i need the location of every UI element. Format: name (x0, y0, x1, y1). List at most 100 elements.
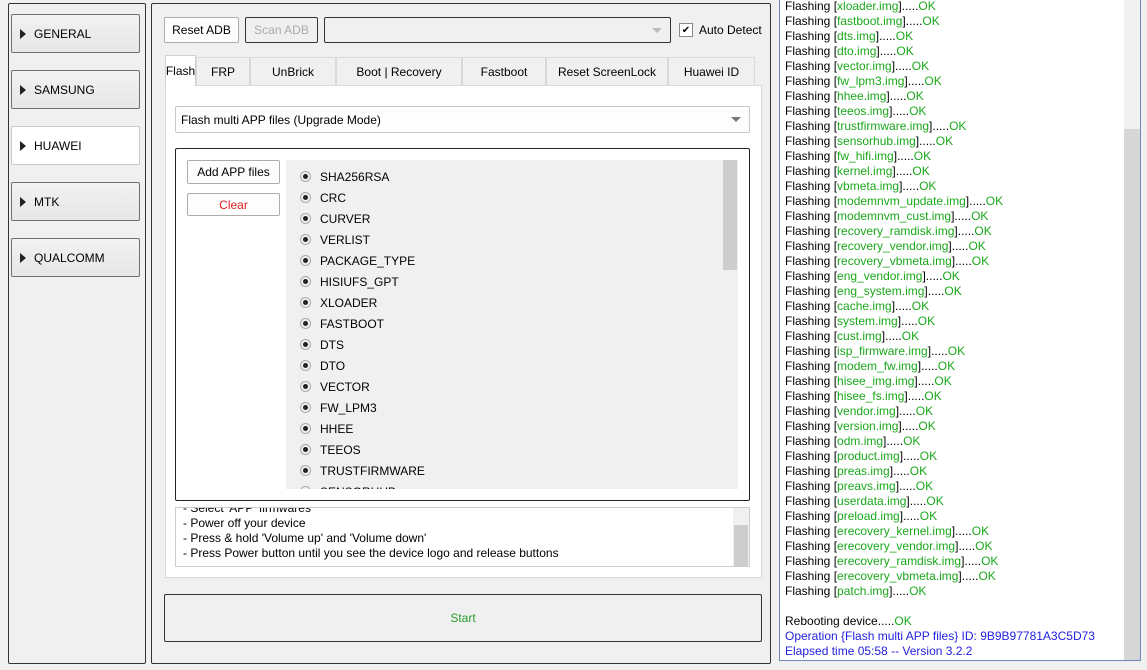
sidebar-item-huawei[interactable]: HUAWEI (11, 126, 140, 165)
log-dots: ..... (957, 224, 975, 238)
instructions-scrollbar[interactable] (733, 508, 749, 566)
log-dots: ..... (892, 584, 910, 598)
tab-reset-screenlock[interactable]: Reset ScreenLock (546, 57, 668, 86)
log-line: Flashing [erecovery_ramdisk.img].....OK (785, 554, 999, 568)
log-dots: ..... (901, 419, 919, 433)
flash-mode-select[interactable]: Flash multi APP files (Upgrade Mode) (175, 106, 750, 133)
log-ok: OK (911, 59, 930, 73)
tab-fastboot[interactable]: Fastboot (462, 57, 546, 86)
partition-item[interactable]: CRC (300, 187, 346, 208)
add-app-files-button[interactable]: Add APP files (187, 160, 280, 184)
tab-huawei-id[interactable]: Huawei ID (668, 57, 755, 86)
radio-selected-icon[interactable] (300, 255, 311, 266)
partition-item[interactable]: TEEOS (300, 439, 361, 460)
scrollbar-thumb[interactable] (723, 160, 737, 270)
log-file: fw_hifi.img (837, 149, 894, 163)
radio-selected-icon[interactable] (300, 486, 311, 489)
log-dots: ..... (895, 59, 912, 73)
log-ok: OK (915, 404, 934, 418)
log-line: Flashing [vector.img].....OK (785, 59, 930, 73)
log-line: Flashing [userdata.img].....OK (785, 494, 944, 508)
log-line: Flashing [patch.img].....OK (785, 584, 927, 598)
partition-item[interactable]: HHEE (300, 418, 353, 439)
instruction-line: - Press & hold 'Volume up' and 'Volume d… (183, 531, 427, 545)
radio-selected-icon[interactable] (300, 276, 311, 287)
log-file: modem_fw.img (837, 359, 918, 373)
log-reboot-text: Rebooting device..... (785, 614, 895, 628)
sidebar-item-label: MTK (34, 194, 60, 209)
log-line: Flashing [recovery_ramdisk.img].....OK (785, 224, 992, 238)
radio-selected-icon[interactable] (300, 465, 311, 476)
partition-list[interactable]: SHA256RSA CRC CURVER VERLIST PACKAGE_TYPE HIS… (286, 160, 738, 489)
log-file: hhee.img (837, 89, 887, 103)
partition-item[interactable]: HISIUFS_GPT (300, 271, 399, 292)
radio-selected-icon[interactable] (300, 444, 311, 455)
auto-detect-checkbox[interactable]: ✔ Auto Detect (679, 23, 762, 37)
tab-boot-recovery[interactable]: Boot | Recovery (336, 57, 462, 86)
radio-selected-icon[interactable] (300, 339, 311, 350)
tab-frp[interactable]: FRP (196, 57, 250, 86)
partition-item[interactable]: TRUSTFIRMWARE (300, 460, 425, 481)
partition-item[interactable]: PACKAGE_TYPE (300, 250, 415, 271)
clear-button[interactable]: Clear (187, 193, 280, 216)
radio-selected-icon[interactable] (300, 381, 311, 392)
log-file: teeos.img (837, 104, 890, 118)
log-dots: ..... (931, 344, 948, 358)
partition-item[interactable]: FASTBOOT (300, 313, 384, 334)
log-prefix: Flashing (785, 29, 831, 43)
reset-adb-button[interactable]: Reset ADB (164, 17, 239, 43)
partition-list-scrollbar[interactable] (722, 160, 738, 489)
device-select[interactable] (324, 17, 671, 43)
partition-item[interactable]: FW_LPM3 (300, 397, 377, 418)
partition-item[interactable]: VERLIST (300, 229, 370, 250)
radio-selected-icon[interactable] (300, 318, 311, 329)
partition-item[interactable]: VECTOR (300, 376, 370, 397)
radio-selected-icon[interactable] (300, 297, 311, 308)
radio-selected-icon[interactable] (300, 234, 311, 245)
log-line: Flashing [erecovery_vbmeta.img].....OK (785, 569, 996, 583)
tab-flash[interactable]: Flash (165, 55, 196, 86)
sidebar-item-samsung[interactable]: SAMSUNG (11, 70, 140, 109)
partition-label: FW_LPM3 (320, 400, 377, 415)
sidebar-item-mtk[interactable]: MTK (11, 182, 140, 221)
scrollbar-thumb[interactable] (734, 525, 748, 566)
partition-item[interactable]: SENSORHUB (300, 481, 396, 489)
log-prefix: Flashing (785, 89, 831, 103)
log-line: Flashing [vbmeta.img].....OK (785, 179, 937, 193)
log-ok: OK (947, 344, 966, 358)
log-ok: OK (924, 74, 942, 88)
log-line: Flashing [product.img].....OK (785, 449, 938, 463)
log-file: erecovery_vbmeta.img (837, 569, 959, 583)
log-dots: ..... (901, 0, 919, 13)
log-ok: OK (895, 29, 914, 43)
log-ok: OK (909, 584, 927, 598)
scrollbar-thumb[interactable] (1124, 0, 1140, 129)
sidebar-item-qualcomm[interactable]: QUALCOMM (11, 238, 140, 277)
radio-selected-icon[interactable] (300, 192, 311, 203)
partition-label: PACKAGE_TYPE (320, 253, 416, 268)
partition-item[interactable]: DTS (300, 334, 344, 355)
chevron-down-icon (731, 117, 741, 122)
log-file: preavs.img (837, 479, 896, 493)
sidebar-item-label: SAMSUNG (34, 82, 95, 97)
partition-item[interactable]: XLOADER (300, 292, 377, 313)
log-prefix: Flashing (785, 434, 831, 448)
partition-item[interactable]: SHA256RSA (300, 166, 389, 187)
scan-adb-button[interactable]: Scan ADB (245, 17, 318, 43)
start-button[interactable]: Start (164, 594, 762, 642)
radio-selected-icon[interactable] (300, 360, 311, 371)
log-scrollbar[interactable] (1124, 0, 1140, 660)
sidebar-item-general[interactable]: GENERAL (11, 14, 140, 53)
log-dots: ..... (897, 149, 914, 163)
partition-item[interactable]: CURVER (300, 208, 370, 229)
log-file: trustfirmware.img (837, 119, 930, 133)
radio-selected-icon[interactable] (300, 213, 311, 224)
partition-item[interactable]: DTO (300, 355, 345, 376)
radio-selected-icon[interactable] (300, 171, 311, 182)
log-file: erecovery_ramdisk.img (837, 554, 962, 568)
tab-unbrick[interactable]: UnBrick (250, 57, 336, 86)
instruction-line: - Power off your device (183, 516, 306, 530)
radio-selected-icon[interactable] (300, 402, 311, 413)
radio-selected-icon[interactable] (300, 423, 311, 434)
log-prefix: Flashing (785, 464, 831, 478)
